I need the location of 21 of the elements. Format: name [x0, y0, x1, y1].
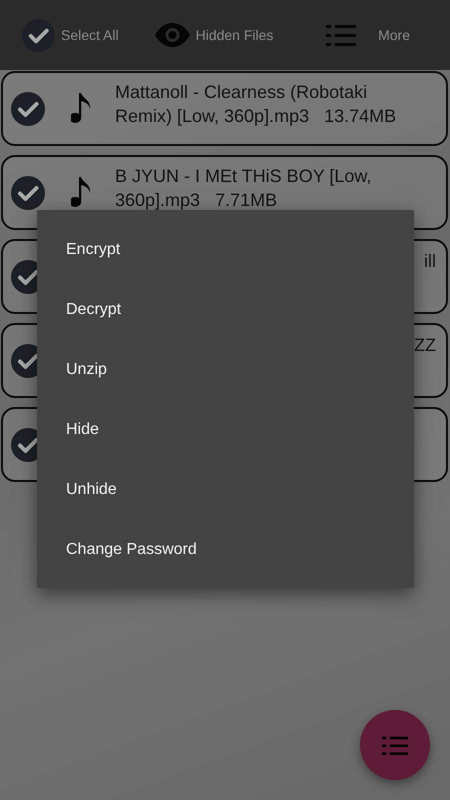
toolbar-label[interactable]: Hidden Files: [196, 27, 274, 43]
menu-item[interactable]: Change Password: [37, 520, 414, 580]
music-note-icon: [71, 176, 93, 208]
list-icon: [326, 23, 356, 47]
menu-item[interactable]: Unzip: [37, 340, 414, 400]
menu-item[interactable]: Decrypt: [37, 280, 414, 340]
file-name: B JYUN - I MEt THiS BOY [Low, 360p].mp3 7.71MB: [115, 165, 372, 212]
toolbar-label[interactable]: Select All: [61, 27, 119, 43]
file-name: ZZ: [414, 335, 436, 356]
file-card[interactable]: Mattanoll - Clearness (Robotaki Remix) [Low, 360p].mp3 13.74MB: [1, 71, 448, 146]
menu-item[interactable]: Unhide: [37, 460, 414, 520]
menu-item[interactable]: Hide: [37, 400, 414, 460]
toolbar-label[interactable]: More: [378, 27, 410, 43]
check-icon[interactable]: [11, 176, 45, 210]
list-icon: [382, 734, 408, 756]
file-name: ill: [424, 251, 436, 272]
file-name: Mattanoll - Clearness (Robotaki Remix) [Low, 360p].mp3 13.74MB: [115, 81, 398, 128]
check-icon[interactable]: [22, 18, 55, 52]
check-icon[interactable]: [11, 92, 45, 126]
music-note-icon: [71, 92, 93, 124]
eye-icon: [154, 23, 190, 47]
